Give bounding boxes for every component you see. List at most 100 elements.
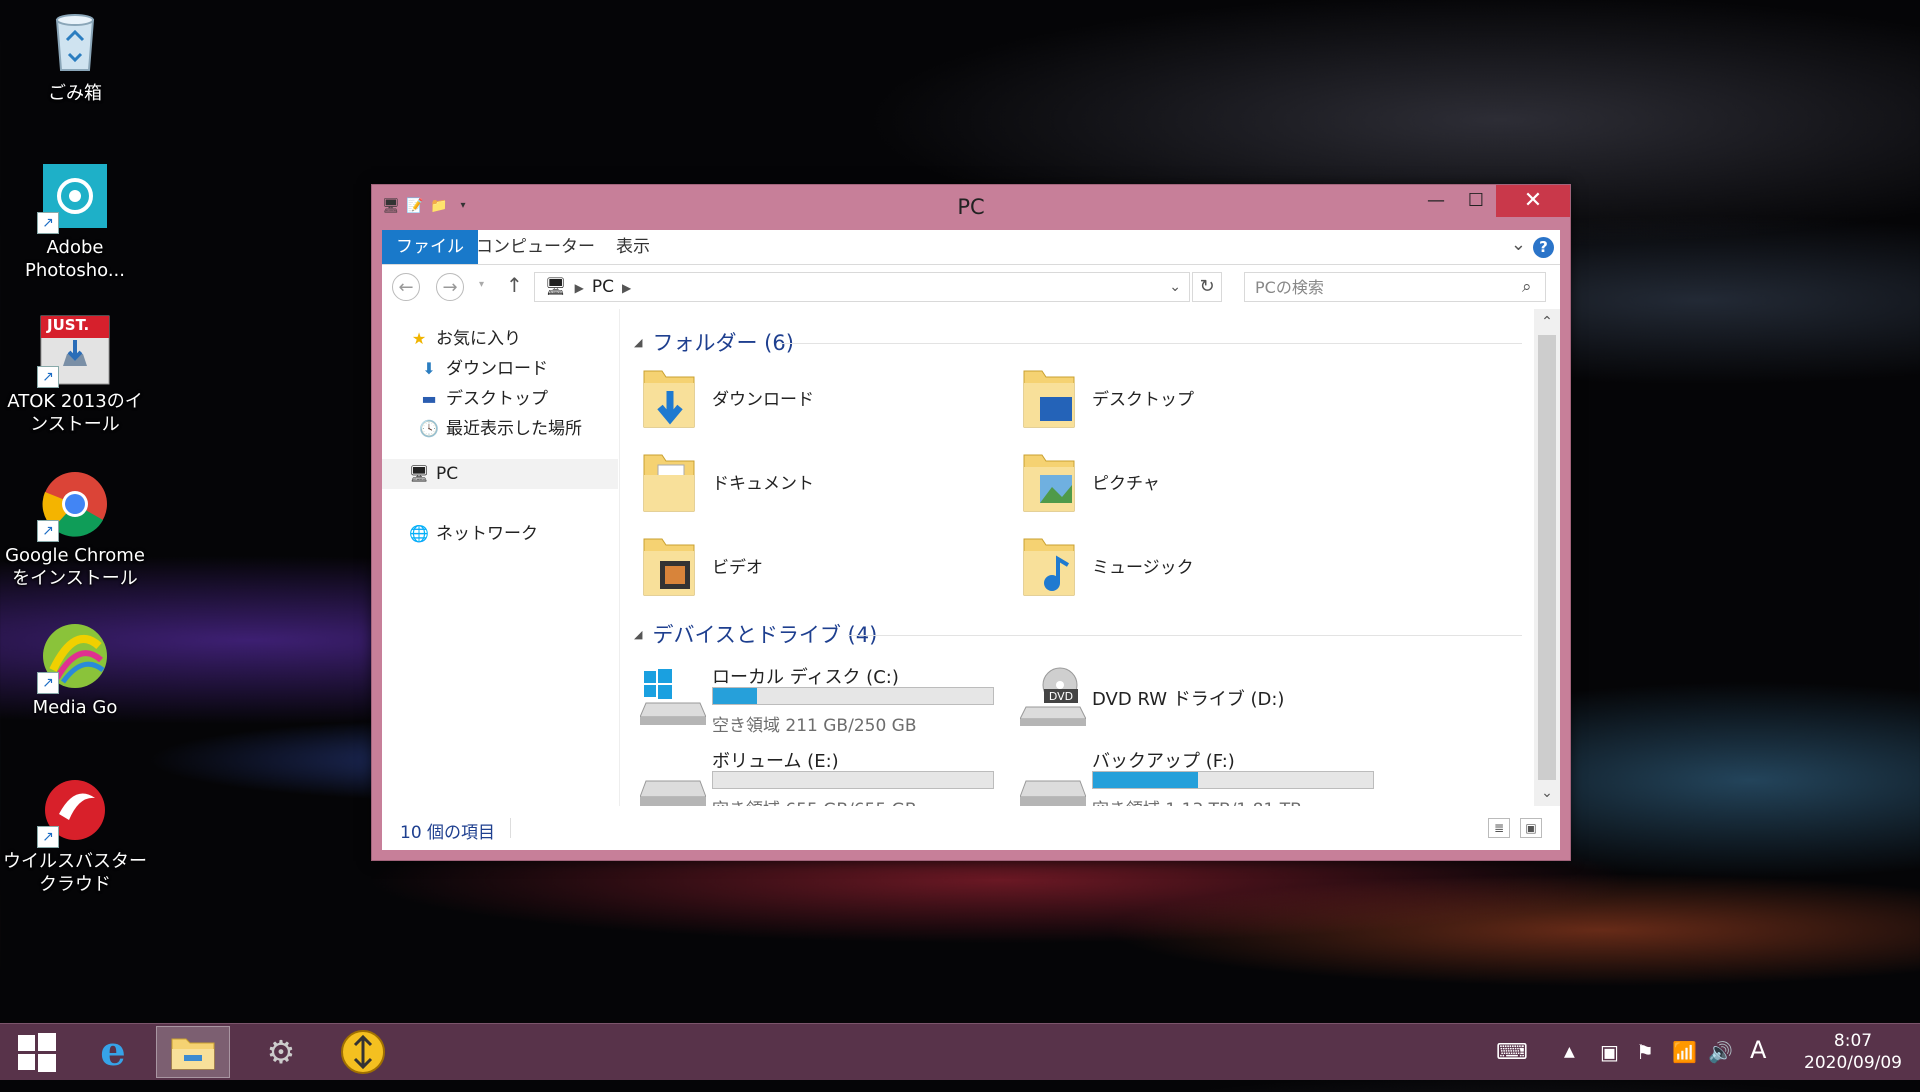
collapse-triangle-icon[interactable]: ◢ — [634, 628, 642, 641]
scroll-up-chevron-icon[interactable]: ⌃ — [1534, 311, 1560, 333]
folder-item-desktop[interactable]: デスクトップ — [1010, 357, 1380, 437]
taskbar: e ⚙ ⌨ ▲ ▣ ⚑ 📶 🔊 A 8:07 2020/09/09 — [0, 1023, 1920, 1080]
windows-drive-icon — [640, 669, 706, 725]
music-folder-icon — [1023, 538, 1075, 596]
tab-view[interactable]: 表示 — [602, 230, 664, 264]
details-view-button[interactable]: ≣ — [1488, 818, 1510, 838]
collapse-triangle-icon[interactable]: ◢ — [634, 336, 642, 349]
download-folder-icon — [643, 370, 695, 428]
desktop-icon-adobe-photoshop[interactable]: ↗ Adobe Photosho... — [0, 160, 150, 282]
nav-item-network[interactable]: 🌐 ネットワーク — [408, 520, 538, 548]
drive-item-d[interactable]: DVD DVD RW ドライブ (D:) — [1010, 657, 1380, 737]
window-title: PC — [957, 195, 985, 219]
maximize-button[interactable]: ☐ — [1456, 185, 1496, 217]
volume-icon[interactable]: 🔊 — [1708, 1040, 1733, 1064]
dvd-label: DVD — [1049, 690, 1073, 703]
address-bar[interactable]: 🖥 ▶ PC ▶ ⌄ — [534, 272, 1190, 302]
network-icon: 🌐 — [409, 524, 429, 543]
breadcrumb-pc[interactable]: PC — [592, 277, 614, 297]
taskbar-control-panel[interactable]: ⚙ — [244, 1026, 318, 1078]
breadcrumb-chevron-icon[interactable]: ▶ — [575, 281, 584, 295]
start-button[interactable] — [0, 1026, 74, 1078]
folder-item-downloads[interactable]: ダウンロード — [630, 357, 1000, 437]
desktop-icon-virus-buster[interactable]: ↗ ウイルスバスター クラウド — [0, 774, 150, 896]
settings-gear-icon: ⚙ — [266, 1033, 296, 1071]
search-icon[interactable]: ⌕ — [1522, 277, 1532, 297]
folder-item-pictures[interactable]: ピクチャ — [1010, 441, 1380, 521]
folder-label: ミュージック — [1092, 558, 1194, 578]
group-header-folders[interactable]: ◢ フォルダー (6) — [634, 327, 794, 357]
google-chrome-icon: ↗ — [37, 468, 111, 542]
drive-item-c[interactable]: ローカル ディスク (C:) 空き領域 211 GB/250 GB — [630, 657, 1000, 737]
drive-free-space: 空き領域 1.13 TB/1.81 TB — [1092, 795, 1302, 806]
content-area: ★ お気に入り ⬇ ダウンロード ▬ デスクトップ 🕓 最近表示した場所 🖥 P… — [382, 309, 1560, 850]
navigation-pane: ★ お気に入り ⬇ ダウンロード ▬ デスクトップ 🕓 最近表示した場所 🖥 P… — [382, 309, 620, 806]
star-icon: ★ — [411, 329, 427, 348]
drive-item-e[interactable]: ボリューム (E:) 空き領域 655 GB/655 GB — [630, 741, 1000, 806]
shortcut-arrow-icon: ↗ — [37, 520, 59, 542]
desktop-icon-google-chrome[interactable]: ↗ Google Chrome をインストール — [0, 468, 150, 590]
scrollbar-thumb[interactable] — [1538, 335, 1556, 780]
virus-buster-icon: ↗ — [37, 774, 111, 848]
minimize-button[interactable]: — — [1416, 185, 1456, 217]
taskbar-update-tool[interactable] — [326, 1026, 400, 1078]
taskbar-clock[interactable]: 8:07 2020/09/09 — [1804, 1030, 1902, 1074]
folder-label: デスクトップ — [1092, 390, 1194, 410]
desktop-icon: ▬ — [421, 389, 437, 408]
taskbar-internet-explorer[interactable]: e — [76, 1026, 150, 1078]
refresh-button[interactable]: ↻ — [1192, 272, 1222, 302]
folder-item-music[interactable]: ミュージック — [1010, 525, 1380, 605]
clock-time: 8:07 — [1833, 1031, 1873, 1051]
up-button[interactable]: ↑ — [506, 273, 523, 297]
drive-name: ボリューム (E:) — [712, 751, 839, 772]
display-icon[interactable]: ▣ — [1600, 1040, 1619, 1064]
recent-places-icon: 🕓 — [419, 419, 439, 438]
recycle-bin-icon — [39, 6, 111, 78]
nav-item-downloads[interactable]: ⬇ ダウンロード — [418, 355, 548, 383]
videos-folder-icon — [643, 538, 695, 596]
nav-item-label: 最近表示した場所 — [446, 419, 582, 439]
show-hidden-icons-chevron-icon[interactable]: ▲ — [1564, 1044, 1575, 1060]
nav-item-favorites[interactable]: ★ お気に入り — [408, 325, 521, 353]
taskbar-file-explorer[interactable] — [156, 1026, 230, 1078]
desktop-icon-atok-install[interactable]: JUST. ↗ ATOK 2013のインストール — [0, 314, 150, 436]
ime-mode-indicator[interactable]: A — [1750, 1036, 1766, 1064]
group-header-drives[interactable]: ◢ デバイスとドライブ (4) — [634, 619, 877, 649]
status-divider — [510, 818, 511, 838]
search-input[interactable] — [1244, 272, 1546, 302]
documents-folder-icon — [643, 454, 695, 512]
forward-button[interactable]: → — [436, 273, 464, 301]
close-button[interactable]: ✕ — [1496, 185, 1570, 217]
pictures-folder-icon — [1023, 454, 1075, 512]
help-button[interactable]: ? — [1533, 237, 1554, 258]
tab-computer[interactable]: コンピューター — [462, 230, 609, 264]
group-header-label: デバイスとドライブ (4) — [652, 623, 878, 647]
large-icons-view-button[interactable]: ▣ — [1520, 818, 1542, 838]
scroll-down-chevron-icon[interactable]: ⌄ — [1534, 782, 1560, 804]
nav-item-desktop[interactable]: ▬ デスクトップ — [418, 385, 548, 413]
item-count: 10 個の項目 — [400, 823, 496, 843]
nav-item-pc[interactable]: 🖥 PC — [408, 460, 458, 488]
folder-item-videos[interactable]: ビデオ — [630, 525, 1000, 605]
folder-item-documents[interactable]: ドキュメント — [630, 441, 1000, 521]
nav-item-label: デスクトップ — [446, 389, 548, 409]
breadcrumb-chevron-icon[interactable]: ▶ — [622, 281, 631, 295]
desktop-icon-recycle-bin[interactable]: ごみ箱 — [0, 6, 150, 105]
recent-locations-chevron-icon[interactable]: ▾ — [479, 279, 484, 290]
desktop-folder-icon — [1023, 370, 1075, 428]
vertical-scrollbar[interactable]: ⌃ ⌄ — [1534, 309, 1560, 806]
address-dropdown-chevron-icon[interactable]: ⌄ — [1169, 273, 1181, 301]
group-divider — [848, 635, 1522, 636]
network-signal-icon[interactable]: 📶 — [1672, 1040, 1697, 1064]
back-button[interactable]: ← — [392, 273, 420, 301]
title-bar[interactable]: 🖥 📝 📁 ▾ PC — ☐ ✕ — [372, 185, 1570, 229]
expand-ribbon-chevron-icon[interactable]: ⌄ — [1511, 234, 1526, 255]
drive-name: ローカル ディスク (C:) — [712, 667, 899, 688]
drive-item-f[interactable]: バックアップ (F:) 空き領域 1.13 TB/1.81 TB — [1010, 741, 1380, 806]
nav-item-recent-places[interactable]: 🕓 最近表示した場所 — [418, 415, 582, 443]
desktop-icon-media-go[interactable]: ↗ Media Go — [0, 620, 150, 719]
touch-keyboard-icon[interactable]: ⌨ — [1496, 1040, 1528, 1065]
drive-free-space: 空き領域 655 GB/655 GB — [712, 795, 917, 806]
action-center-flag-icon[interactable]: ⚑ — [1636, 1040, 1654, 1064]
download-folder-icon: ⬇ — [422, 359, 436, 378]
